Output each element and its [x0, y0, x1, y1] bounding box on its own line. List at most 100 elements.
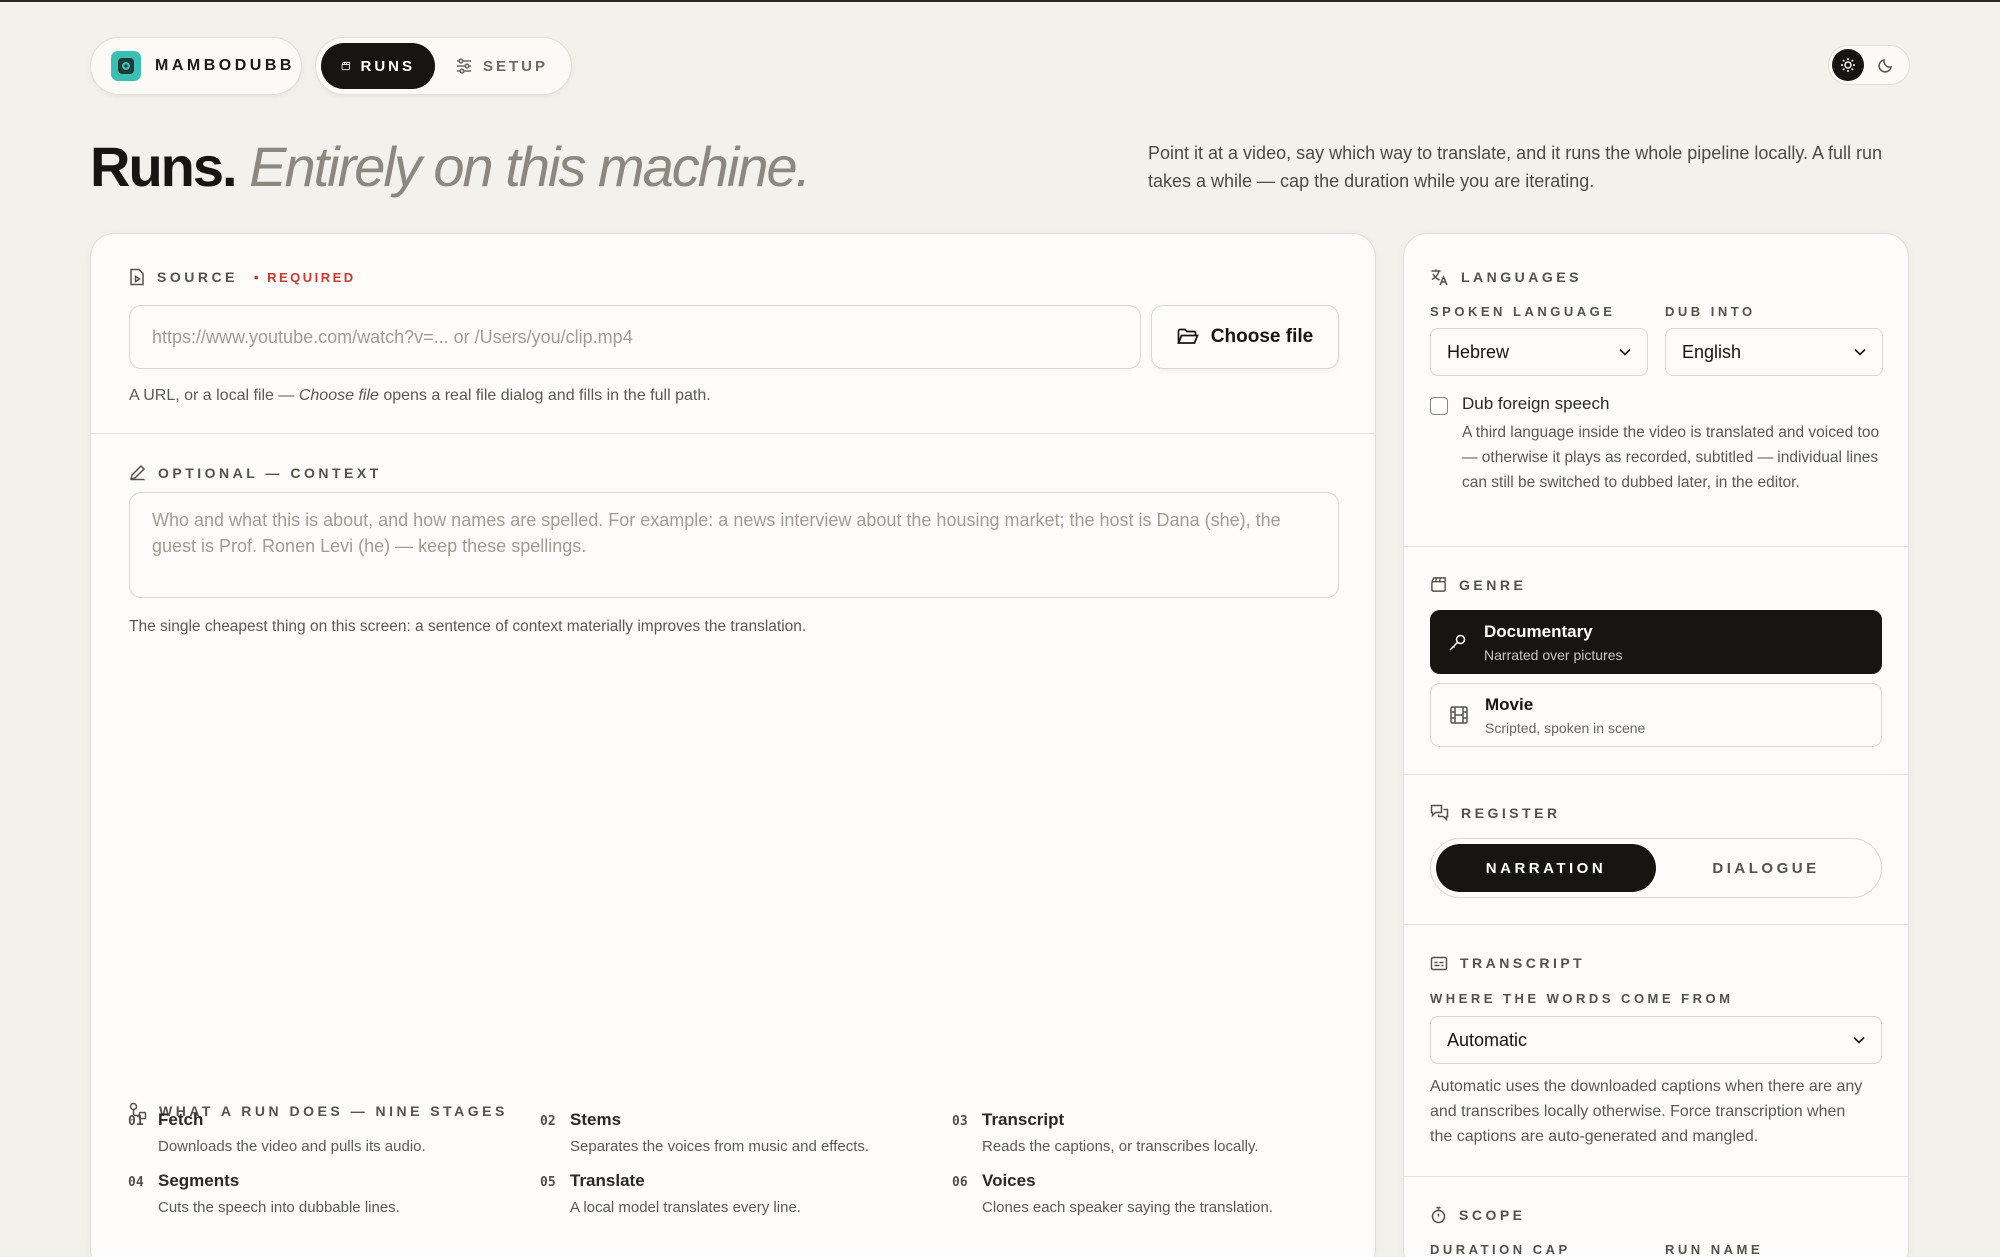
transcript-source-value: Automatic [1447, 1029, 1528, 1050]
file-play-icon [130, 268, 144, 286]
chevron-down-icon [1854, 348, 1866, 356]
context-section-label: OPTIONAL — CONTEXT [129, 464, 382, 481]
dark-theme-button[interactable] [1870, 49, 1902, 81]
spoken-language-label: SPOKEN LANGUAGE [1430, 304, 1616, 319]
genre-option-title: Movie [1485, 694, 1534, 714]
genre-section-label: GENRE [1430, 576, 1526, 593]
clapperboard-icon [341, 61, 350, 71]
transcript-label: TRANSCRIPT [1460, 955, 1586, 971]
stage-description: Separates the voices from music and effe… [570, 1138, 870, 1155]
pencil-icon [129, 464, 146, 481]
source-help-em: Choose file [298, 387, 379, 404]
stage-number: 03 [952, 1114, 968, 1129]
spoken-language-select[interactable]: Hebrew [1430, 328, 1648, 376]
choose-file-button[interactable]: Choose file [1151, 305, 1339, 369]
settings-card: LANGUAGES SPOKEN LANGUAGE DUB INTO Hebre… [1403, 233, 1909, 1257]
scope-label: SCOPE [1459, 1207, 1526, 1223]
stages-grid: 01 Fetch Downloads the video and pulls i… [128, 1110, 1368, 1216]
page-title: Runs. Entirely on this machine. [90, 134, 811, 199]
section-divider [91, 433, 1375, 434]
stage-description: Reads the captions, or transcribes local… [982, 1138, 1259, 1155]
languages-section-label: LANGUAGES [1430, 268, 1582, 286]
stage-item: 01 Fetch Downloads the video and pulls i… [128, 1110, 540, 1155]
tab-setup-label: SETUP [483, 57, 549, 75]
spoken-language-value: Hebrew [1447, 341, 1510, 362]
stage-description: A local model translates every line. [570, 1199, 801, 1216]
tab-runs[interactable]: RUNS [321, 43, 435, 89]
page-intro: Point it at a video, say which way to tr… [1148, 143, 1883, 191]
duration-cap-label: DURATION CAP [1430, 1242, 1571, 1257]
brand-pill[interactable]: MAMBODUBB [90, 37, 302, 95]
folder-open-icon [1177, 328, 1199, 344]
main-nav: RUNS SETUP [315, 37, 572, 95]
register-option-dialogue[interactable]: DIALOGUE [1656, 844, 1876, 892]
source-help-post: opens a real file dialog and fills in th… [378, 387, 711, 404]
theme-toggle [1828, 45, 1910, 85]
context-help: The single cheapest thing on this screen… [129, 618, 807, 635]
stage-number: 05 [540, 1175, 556, 1190]
stage-name: Fetch [158, 1110, 204, 1129]
brand-name: MAMBODUBB [155, 57, 295, 74]
speech-bubbles-icon [1430, 804, 1449, 821]
genre-option-documentary[interactable]: Documentary Narrated over pictures [1430, 610, 1882, 674]
genre-option-movie[interactable]: Movie Scripted, spoken in scene [1430, 683, 1882, 747]
context-textarea[interactable] [129, 492, 1339, 598]
source-help-pre: A URL, or a local file — [129, 387, 299, 404]
stage-item: 06 Voices Clones each speaker saying the… [952, 1171, 1364, 1216]
genre-option-title: Documentary [1484, 621, 1593, 641]
sliders-icon [457, 58, 471, 74]
dub-into-select[interactable]: English [1665, 328, 1883, 376]
stage-name: Segments [158, 1171, 240, 1190]
genre-option-subtitle: Scripted, spoken in scene [1485, 719, 1646, 736]
page-title-italic: Entirely on this machine. [249, 135, 811, 198]
source-label: SOURCE [157, 269, 238, 285]
run-name-label: RUN NAME [1665, 1242, 1764, 1257]
stopwatch-icon [1431, 1206, 1446, 1224]
transcript-description: Automatic uses the downloaded captions w… [1430, 1078, 1863, 1145]
source-help: A URL, or a local file — Choose file ope… [129, 387, 711, 405]
stage-item: 05 Translate A local model translates ev… [540, 1171, 952, 1216]
transcript-source-label: WHERE THE WORDS COME FROM [1430, 991, 1734, 1006]
genre-option-subtitle: Narrated over pictures [1484, 646, 1623, 663]
clapperboard-icon [1431, 577, 1446, 592]
stage-description: Downloads the video and pulls its audio. [158, 1138, 426, 1155]
register-section-label: REGISTER [1430, 804, 1561, 821]
stage-number: 01 [128, 1114, 144, 1129]
section-divider [1404, 924, 1908, 925]
page-title-bold: Runs. [90, 135, 238, 198]
moon-icon [1878, 59, 1892, 73]
tab-setup[interactable]: SETUP [435, 43, 568, 89]
dub-foreign-description: A third language inside the video is tra… [1462, 424, 1880, 491]
stage-number: 02 [540, 1114, 556, 1129]
stage-number: 04 [128, 1175, 144, 1190]
stage-number: 06 [952, 1175, 968, 1190]
brand-logo-icon [111, 51, 141, 81]
languages-label: LANGUAGES [1461, 269, 1582, 285]
dub-foreign-label: Dub foreign speech [1462, 394, 1610, 413]
transcript-source-select[interactable]: Automatic [1430, 1016, 1882, 1064]
genre-label: GENRE [1459, 576, 1527, 593]
stage-name: Transcript [982, 1110, 1065, 1129]
context-label: OPTIONAL — CONTEXT [158, 464, 382, 481]
register-option-narration[interactable]: NARRATION [1436, 844, 1656, 892]
stage-name: Translate [570, 1171, 645, 1190]
source-url-input[interactable] [129, 305, 1141, 369]
translate-icon [1431, 269, 1448, 286]
stage-name: Voices [982, 1171, 1036, 1190]
tab-runs-label: RUNS [360, 57, 415, 75]
source-section-label: SOURCE • REQUIRED [129, 268, 356, 286]
run-form-card: SOURCE • REQUIRED Choose file A URL, or … [90, 233, 1376, 1257]
microphone-icon [1449, 634, 1466, 651]
dub-foreign-checkbox[interactable] [1430, 397, 1448, 415]
stage-name: Stems [570, 1110, 622, 1129]
film-icon [1450, 706, 1468, 724]
dub-into-label: DUB INTO [1665, 304, 1756, 319]
section-divider [1404, 546, 1908, 547]
light-theme-button[interactable] [1832, 49, 1864, 81]
section-divider [1404, 774, 1908, 775]
stage-item: 02 Stems Separates the voices from music… [540, 1110, 952, 1155]
choose-file-label: Choose file [1210, 326, 1314, 347]
register-segmented-control: NARRATION DIALOGUE [1430, 838, 1882, 898]
stage-description: Clones each speaker saying the translati… [982, 1199, 1274, 1216]
stage-item: 03 Transcript Reads the captions, or tra… [952, 1110, 1364, 1155]
